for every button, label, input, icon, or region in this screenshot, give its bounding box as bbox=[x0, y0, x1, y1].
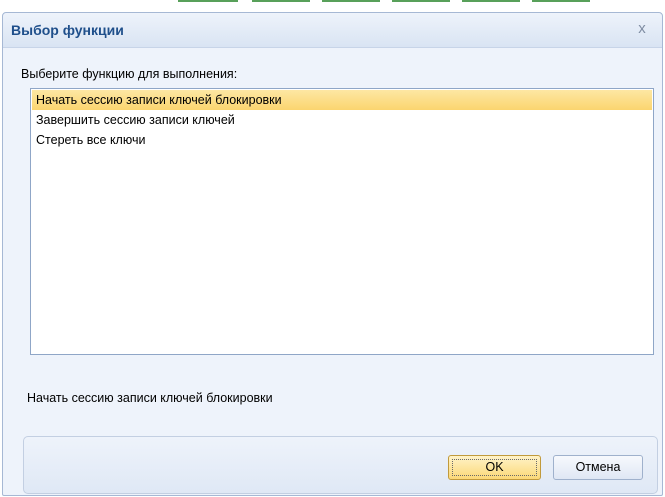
close-icon[interactable]: x bbox=[632, 19, 652, 39]
list-item-start-session[interactable]: Начать сессию записи ключей блокировки bbox=[32, 90, 652, 110]
cancel-button-label: Отмена bbox=[575, 460, 621, 474]
function-list[interactable]: Начать сессию записи ключей блокировки З… bbox=[30, 88, 654, 355]
function-description: Начать сессию записи ключей блокировки bbox=[27, 391, 273, 405]
list-item-end-session[interactable]: Завершить сессию записи ключей bbox=[32, 110, 652, 130]
cancel-button[interactable]: Отмена bbox=[553, 455, 643, 480]
background-strip bbox=[0, 0, 665, 12]
dialog-title: Выбор функции bbox=[11, 22, 124, 38]
function-selection-dialog: Выбор функции x Выберите функцию для вып… bbox=[2, 12, 663, 496]
list-item-erase-keys[interactable]: Стереть все ключи bbox=[32, 130, 652, 150]
button-bar: OK Отмена bbox=[23, 436, 658, 494]
ok-button[interactable]: OK bbox=[448, 455, 541, 480]
title-bar[interactable]: Выбор функции x bbox=[3, 13, 662, 48]
prompt-label: Выберите функцию для выполнения: bbox=[21, 67, 238, 81]
focus-rectangle bbox=[452, 459, 537, 476]
